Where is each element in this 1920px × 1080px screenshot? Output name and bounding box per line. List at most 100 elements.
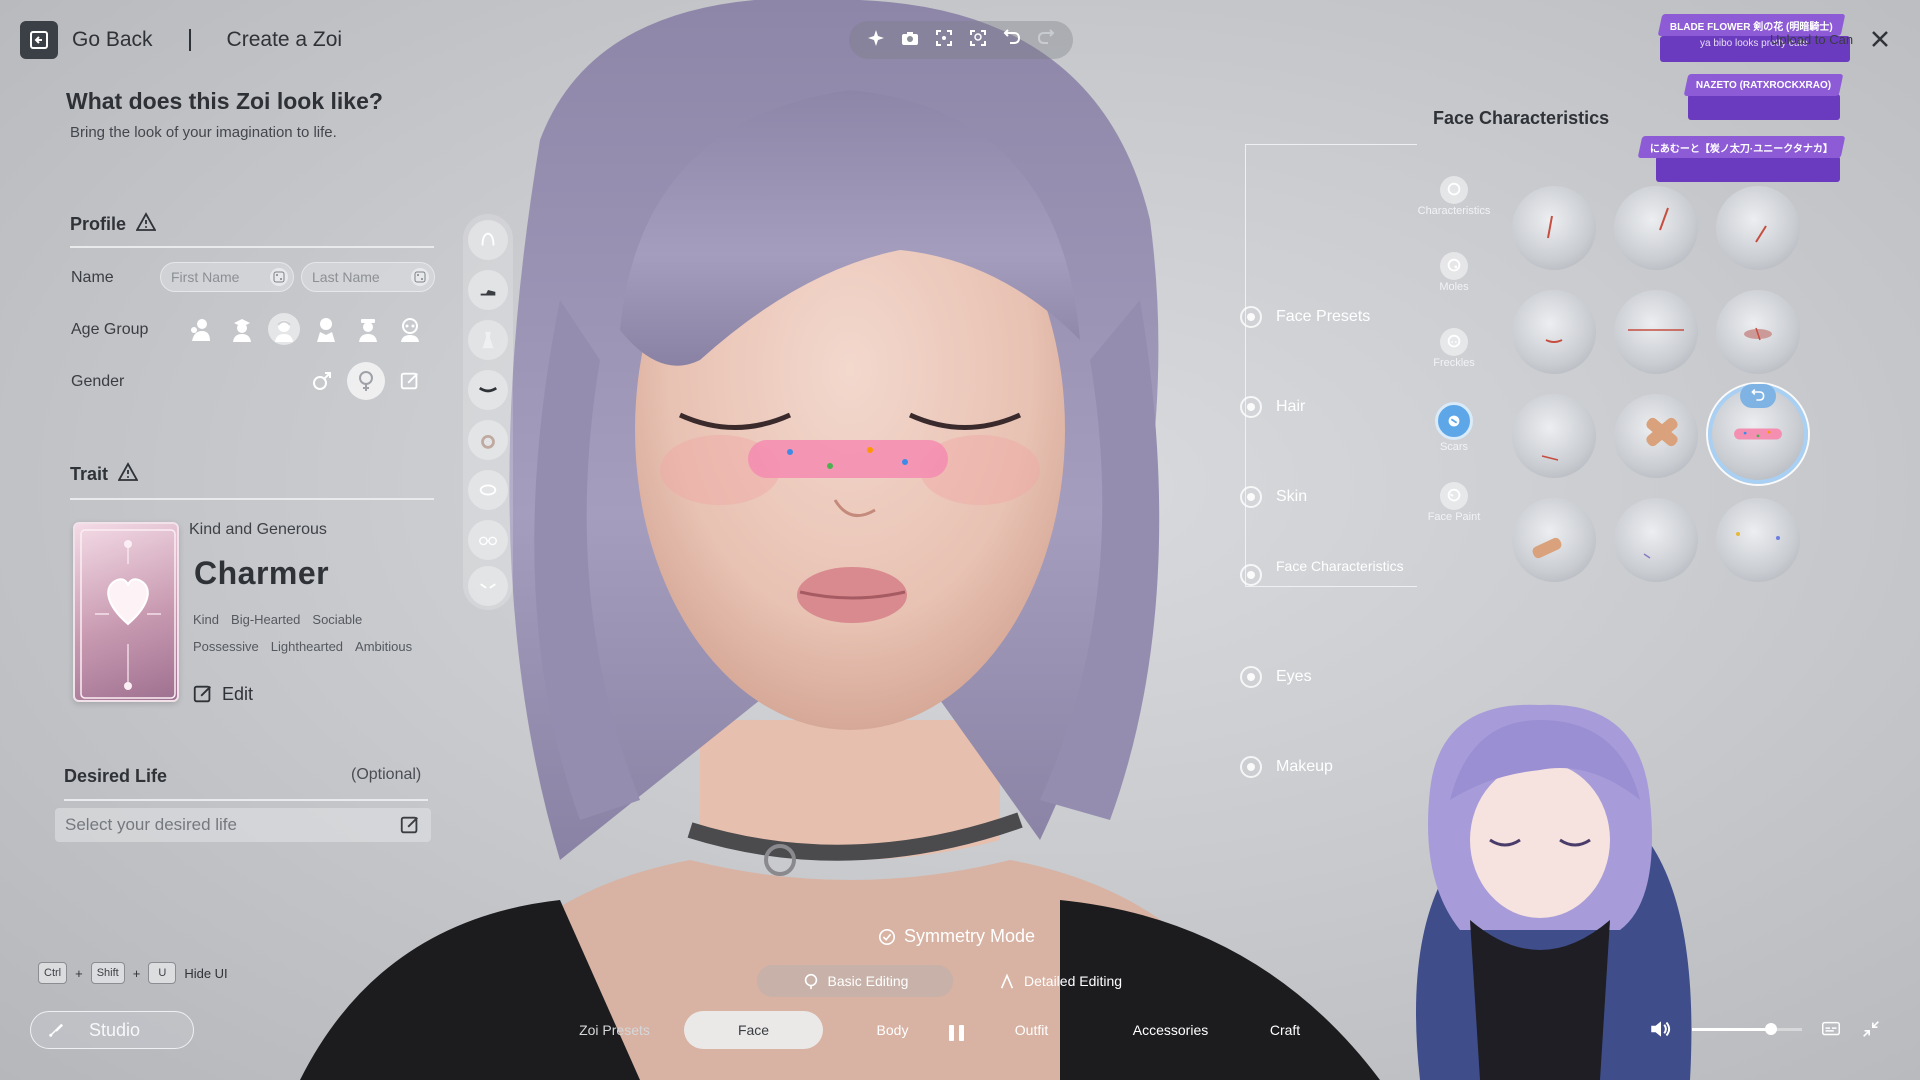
- desired-life-divider: [64, 799, 428, 801]
- tab-zoi-presets[interactable]: Zoi Presets: [545, 1011, 684, 1049]
- sub-category-face-paint[interactable]: Face Paint: [1416, 482, 1492, 523]
- adult-icon[interactable]: [310, 313, 342, 345]
- elder-icon[interactable]: [394, 313, 426, 345]
- back-icon[interactable]: [20, 21, 58, 59]
- bracelet-icon[interactable]: [468, 470, 508, 510]
- trait-section-title: Trait: [70, 462, 139, 487]
- scar-nose-icon[interactable]: [1512, 290, 1596, 374]
- sub-category-freckles[interactable]: Freckles: [1416, 328, 1492, 369]
- nav-item-hair[interactable]: Hair: [1240, 396, 1305, 418]
- reset-selection-icon[interactable]: [1740, 384, 1776, 408]
- scar-side-icon[interactable]: [1716, 186, 1800, 270]
- patch-icon[interactable]: [1512, 498, 1596, 582]
- sub-category-moles[interactable]: Moles: [1416, 252, 1492, 293]
- main-tabs: Zoi Presets Face Body Outfit Accessories…: [545, 1011, 1330, 1049]
- tab-body[interactable]: Body: [823, 1011, 962, 1049]
- check-circle-icon: [878, 928, 896, 945]
- alert-text: にあむーと【炭ノ太刀·ユニークタナカ】: [1650, 143, 1833, 155]
- face-paint-icon: [1440, 482, 1468, 510]
- child-icon[interactable]: [226, 313, 258, 345]
- studio-button[interactable]: Studio: [30, 1011, 194, 1049]
- nav-item-skin[interactable]: Skin: [1240, 486, 1307, 508]
- tab-outfit[interactable]: Outfit: [962, 1011, 1101, 1049]
- spot-icon[interactable]: [1716, 498, 1800, 582]
- scar-icon: [1435, 402, 1473, 440]
- sub-category-characteristics[interactable]: Characteristics: [1416, 176, 1492, 217]
- older-adult-icon[interactable]: [352, 313, 384, 345]
- mask-icon[interactable]: [468, 566, 508, 606]
- redo-icon[interactable]: [1036, 28, 1056, 53]
- male-symbol-icon[interactable]: [303, 362, 341, 400]
- trait-edit-label: Edit: [222, 683, 254, 704]
- trait-name: Charmer: [194, 555, 330, 591]
- undo-icon[interactable]: [1002, 28, 1022, 53]
- symmetry-mode-toggle[interactable]: Symmetry Mode: [878, 926, 1035, 947]
- trait-tags-row-1: Kind Big-Hearted Sociable: [193, 612, 362, 627]
- edit-icon[interactable]: [391, 362, 429, 400]
- face-edit-icon: [804, 973, 817, 990]
- volume-knob[interactable]: [1765, 1022, 1778, 1035]
- nav-item-label: Makeup: [1276, 758, 1333, 775]
- nav-dot: [1240, 396, 1262, 418]
- scratch-icon[interactable]: [1614, 498, 1698, 582]
- choker-icon[interactable]: [468, 370, 508, 410]
- sub-category-scars[interactable]: Scars: [1416, 402, 1492, 453]
- scar-lip-icon[interactable]: [1716, 290, 1800, 374]
- mole-icon: [1440, 252, 1468, 280]
- sub-category-label: Scars: [1439, 441, 1469, 453]
- go-back-button[interactable]: Go Back: [72, 28, 153, 52]
- divider: [188, 29, 191, 51]
- volume-icon[interactable]: [1648, 1016, 1674, 1042]
- scar-eye-icon[interactable]: [1614, 186, 1698, 270]
- minimize-icon[interactable]: [1860, 1018, 1882, 1040]
- alert-text: BLADE FLOWER 剣の花 (明暗騎士): [1670, 21, 1833, 33]
- camera-icon[interactable]: [900, 28, 920, 53]
- scar-cheek-icon[interactable]: [1512, 186, 1596, 270]
- tab-craft[interactable]: Craft: [1240, 1011, 1330, 1049]
- edit-icon[interactable]: [399, 814, 421, 836]
- ring-icon[interactable]: [468, 420, 508, 460]
- nav-dot: [1240, 666, 1262, 688]
- nav-dot: [1240, 564, 1262, 586]
- scar-jaw-icon[interactable]: [1512, 394, 1596, 478]
- random-dice-icon[interactable]: [270, 268, 288, 286]
- female-symbol-icon[interactable]: [347, 362, 385, 400]
- tab-accessories[interactable]: Accessories: [1101, 1011, 1240, 1049]
- shoes-icon[interactable]: [468, 270, 508, 310]
- nav-item-face-characteristics[interactable]: Face Characteristics: [1240, 558, 1404, 586]
- infant-icon[interactable]: [184, 313, 216, 345]
- scar-line-icon[interactable]: [1614, 290, 1698, 374]
- dress-icon[interactable]: [468, 320, 508, 360]
- glasses-icon[interactable]: [468, 520, 508, 560]
- studio-label: Studio: [89, 1019, 141, 1040]
- sparkle-icon[interactable]: [866, 28, 886, 53]
- close-icon[interactable]: [1862, 24, 1898, 54]
- hair-icon[interactable]: [468, 220, 508, 260]
- tab-face[interactable]: Face: [684, 1011, 823, 1049]
- random-dice-icon[interactable]: [411, 268, 429, 286]
- trait-card-image[interactable]: [73, 522, 179, 702]
- nav-item-face-presets[interactable]: Face Presets: [1240, 306, 1370, 328]
- teen-icon[interactable]: [268, 313, 300, 345]
- face-focus-icon[interactable]: [968, 28, 988, 53]
- volume-slider[interactable]: [1692, 1022, 1802, 1035]
- pause-icon[interactable]: [949, 1025, 964, 1041]
- nav-item-eyes[interactable]: Eyes: [1240, 666, 1312, 688]
- trait-category: Kind and Generous: [189, 521, 327, 538]
- nav-item-makeup[interactable]: Makeup: [1240, 756, 1333, 778]
- focus-icon[interactable]: [934, 28, 954, 53]
- nav-item-label: Face Characteristics: [1276, 558, 1404, 574]
- basic-editing-button[interactable]: Basic Editing: [757, 965, 953, 997]
- desired-life-selector[interactable]: Select your desired life: [55, 808, 431, 842]
- trait-tag: Sociable: [312, 612, 363, 627]
- stream-alert: にあむーと【炭ノ太刀·ユニークタナカ】: [1637, 136, 1846, 158]
- warning-icon: [117, 462, 139, 487]
- detailed-editing-button[interactable]: Detailed Editing: [998, 965, 1138, 997]
- edit-icon: [193, 685, 211, 703]
- gender-label: Gender: [71, 373, 125, 390]
- hide-ui-label: Hide UI: [184, 965, 228, 981]
- trait-edit-button[interactable]: Edit: [192, 683, 253, 705]
- bandage-icon[interactable]: [1614, 394, 1698, 478]
- subtitles-icon[interactable]: [1820, 1018, 1842, 1040]
- symmetry-mode-label: Symmetry Mode: [904, 926, 1036, 946]
